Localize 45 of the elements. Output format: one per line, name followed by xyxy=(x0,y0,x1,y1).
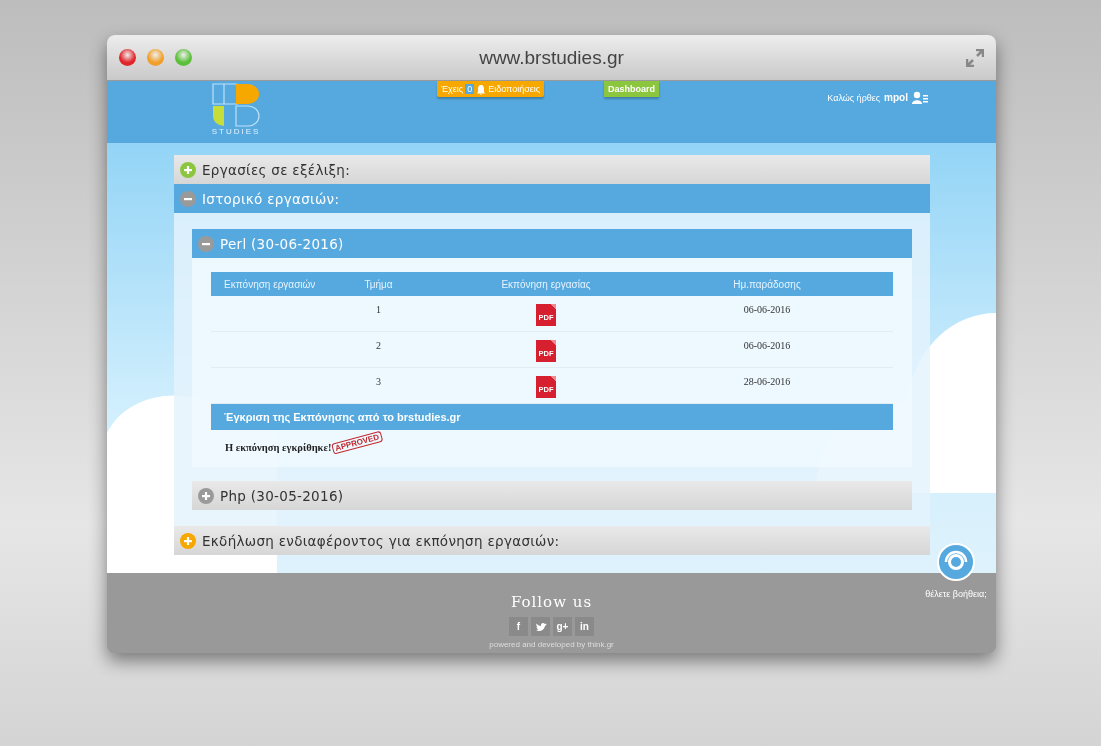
bird-button[interactable] xyxy=(531,617,550,636)
approval-header: Έγκριση της Εκπόνησης από το brstudies.gr xyxy=(211,404,893,430)
table-cell-text: 06-06-2016 xyxy=(743,340,791,353)
expand-icon[interactable] xyxy=(966,48,984,67)
close-button[interactable] xyxy=(119,49,136,66)
footer-title: Follow us xyxy=(510,593,593,611)
window-title: www.brstudies.gr xyxy=(479,46,624,68)
section-header[interactable]: Εργασίες σε εξέλιξη: xyxy=(174,155,930,184)
column-header: Τμήμα xyxy=(336,272,421,296)
minus-icon xyxy=(198,235,214,252)
approval-message: Η εκπόνηση εγκρίθηκε! xyxy=(225,442,332,453)
section-title: Ιστορικό εργασιών: xyxy=(202,190,340,207)
table-cell-text: 1 xyxy=(376,304,381,317)
section-header[interactable]: Ιστορικό εργασιών: xyxy=(174,184,930,213)
help-label[interactable]: θέλετε βοήθεια; xyxy=(925,589,987,599)
footer-credit: powered and developed by think.gr xyxy=(489,640,614,649)
notifications-button[interactable]: Έχεις 0 Ειδοποιήσεις xyxy=(437,81,545,97)
section-title: Εκδήλωση ενδιαφέροντος για εκπόνηση εργασιών: xyxy=(202,532,560,549)
section-title: Php (30-05-2016) xyxy=(220,487,344,504)
bell-icon xyxy=(476,83,487,95)
maximize-button[interactable] xyxy=(175,49,192,66)
table-cell-text: 3 xyxy=(376,376,381,389)
minimize-button[interactable] xyxy=(147,49,164,66)
column-header: Ημ.παράδοσης xyxy=(671,272,893,296)
section-title: Perl (30-06-2016) xyxy=(220,235,344,252)
section-header[interactable]: Perl (30-06-2016) xyxy=(192,229,912,258)
table-cell-text: 06-06-2016 xyxy=(743,304,791,317)
section-header[interactable]: Php (30-05-2016) xyxy=(192,481,912,510)
section-title: Εργασίες σε εξέλιξη: xyxy=(202,161,351,178)
bird-icon xyxy=(534,621,547,632)
plus-icon xyxy=(198,487,214,504)
section-header[interactable]: Εκδήλωση ενδιαφέροντος για εκπόνηση εργασιών: xyxy=(174,526,930,555)
logo-text: STUDIES xyxy=(211,127,261,136)
social-button[interactable]: in xyxy=(575,617,594,636)
welcome-text: Καλώς ήρθες xyxy=(827,92,881,103)
column-header: Εκπόνηση εργασίας xyxy=(421,272,671,296)
social-button[interactable]: g+ xyxy=(553,617,572,636)
social-button[interactable]: f xyxy=(509,617,528,636)
table-cell-text: 2 xyxy=(376,340,381,353)
table-cell-text: 28-06-2016 xyxy=(743,376,791,389)
user-menu-icon[interactable] xyxy=(912,91,928,104)
username: mpol xyxy=(884,92,908,103)
logo-icon[interactable] xyxy=(211,83,261,127)
column-header: Εκπόνηση εργασιών xyxy=(211,272,336,296)
dashboard-button[interactable]: Dashboard xyxy=(604,81,660,97)
